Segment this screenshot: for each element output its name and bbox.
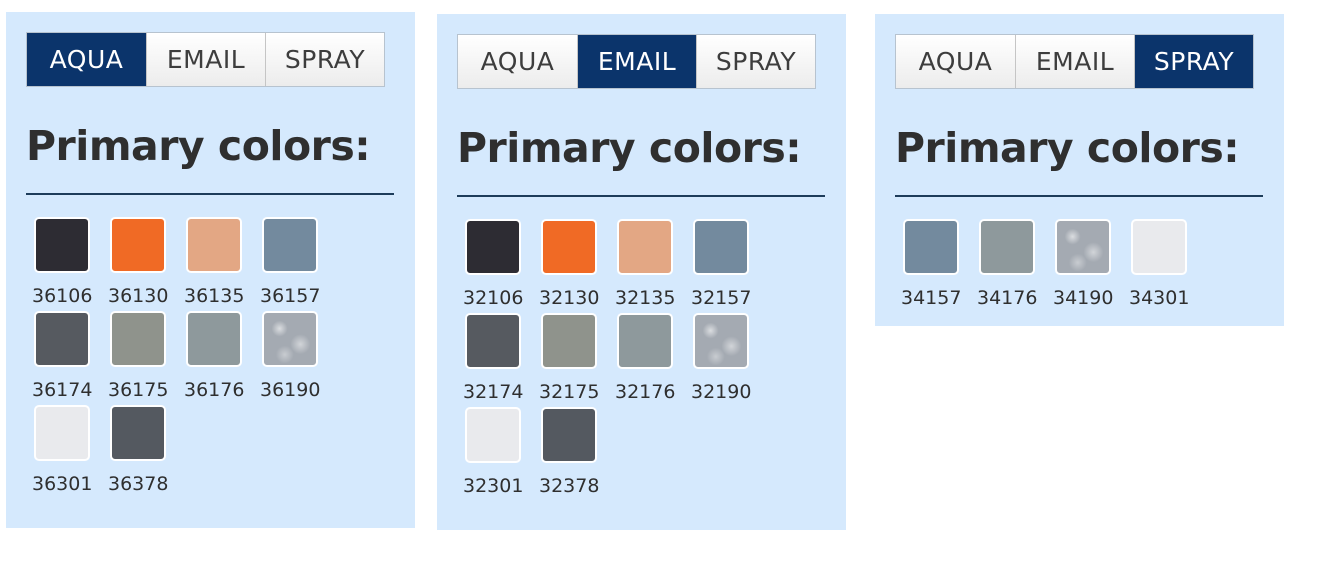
swatch-item: 32157 — [691, 219, 767, 309]
swatch-item: 32175 — [539, 313, 615, 403]
color-code: 36174 — [32, 379, 93, 401]
tab-email[interactable]: EMAIL — [1015, 35, 1134, 88]
color-swatch[interactable] — [693, 219, 749, 275]
color-code: 32106 — [463, 287, 524, 309]
color-code: 32301 — [463, 475, 524, 497]
tab-email[interactable]: EMAIL — [146, 33, 265, 86]
color-swatch[interactable] — [34, 311, 90, 367]
color-code: 34301 — [1129, 287, 1190, 309]
tab-spray[interactable]: SPRAY — [265, 33, 384, 86]
color-code: 36135 — [184, 285, 245, 307]
swatch-grid: 34157 34176 34190 34301 — [901, 219, 1205, 309]
swatch-item: 36190 — [260, 311, 336, 401]
swatch-item: 36176 — [184, 311, 260, 401]
swatch-item: 36174 — [32, 311, 108, 401]
color-code: 36175 — [108, 379, 169, 401]
swatch-item: 36130 — [108, 217, 184, 307]
section-heading: Primary colors: — [457, 124, 802, 172]
tab-email[interactable]: EMAIL — [577, 35, 696, 88]
color-code: 32175 — [539, 381, 600, 403]
swatch-grid: 32106 32130 32135 32157 32174 32175 32176 32190… — [463, 219, 767, 497]
section-heading: Primary colors: — [26, 122, 371, 170]
color-code: 32174 — [463, 381, 524, 403]
color-code: 32190 — [691, 381, 752, 403]
swatch-item: 32378 — [539, 407, 615, 497]
color-swatch[interactable] — [541, 407, 597, 463]
color-swatch[interactable] — [465, 407, 521, 463]
finish-tabs: AQUA EMAIL SPRAY — [26, 32, 385, 87]
color-panel-spray: AQUA EMAIL SPRAY Primary colors: 34157 34… — [875, 14, 1284, 326]
swatch-item: 32106 — [463, 219, 539, 309]
swatch-grid: 36106 36130 36135 36157 36174 36175 36176 36190… — [32, 217, 336, 495]
color-swatch[interactable] — [979, 219, 1035, 275]
swatch-item: 34176 — [977, 219, 1053, 309]
swatch-item: 32301 — [463, 407, 539, 497]
color-swatch[interactable] — [541, 313, 597, 369]
color-code: 36106 — [32, 285, 93, 307]
color-swatch[interactable] — [110, 217, 166, 273]
color-swatch[interactable] — [693, 313, 749, 369]
tab-aqua[interactable]: AQUA — [27, 33, 146, 86]
tab-aqua[interactable]: AQUA — [896, 35, 1015, 88]
swatch-item: 36175 — [108, 311, 184, 401]
swatch-item: 36106 — [32, 217, 108, 307]
color-swatch[interactable] — [1131, 219, 1187, 275]
color-swatch[interactable] — [186, 217, 242, 273]
color-code: 36176 — [184, 379, 245, 401]
color-swatch[interactable] — [110, 405, 166, 461]
color-swatch[interactable] — [34, 217, 90, 273]
swatch-item: 32174 — [463, 313, 539, 403]
color-swatch[interactable] — [617, 313, 673, 369]
color-code: 36301 — [32, 473, 93, 495]
swatch-item: 36378 — [108, 405, 184, 495]
tab-spray[interactable]: SPRAY — [1134, 35, 1253, 88]
color-code: 32130 — [539, 287, 600, 309]
color-panel-aqua: AQUA EMAIL SPRAY Primary colors: 36106 36… — [6, 12, 415, 528]
color-code: 32135 — [615, 287, 676, 309]
heading-divider — [26, 193, 394, 195]
color-code: 32176 — [615, 381, 676, 403]
finish-tabs: AQUA EMAIL SPRAY — [895, 34, 1254, 89]
swatch-item: 36301 — [32, 405, 108, 495]
heading-divider — [457, 195, 825, 197]
swatch-item: 34301 — [1129, 219, 1205, 309]
color-swatch[interactable] — [465, 313, 521, 369]
color-swatch[interactable] — [1055, 219, 1111, 275]
color-swatch[interactable] — [34, 405, 90, 461]
tab-spray[interactable]: SPRAY — [696, 35, 815, 88]
color-panel-email: AQUA EMAIL SPRAY Primary colors: 32106 32… — [437, 14, 846, 530]
color-code: 32157 — [691, 287, 752, 309]
color-code: 34176 — [977, 287, 1038, 309]
heading-divider — [895, 195, 1263, 197]
swatch-item: 36157 — [260, 217, 336, 307]
color-swatch[interactable] — [541, 219, 597, 275]
swatch-item: 34157 — [901, 219, 977, 309]
color-code: 32378 — [539, 475, 600, 497]
swatch-item: 32130 — [539, 219, 615, 309]
finish-tabs: AQUA EMAIL SPRAY — [457, 34, 816, 89]
color-swatch[interactable] — [617, 219, 673, 275]
color-swatch[interactable] — [262, 311, 318, 367]
color-swatch[interactable] — [110, 311, 166, 367]
swatch-item: 32135 — [615, 219, 691, 309]
color-code: 36378 — [108, 473, 169, 495]
color-code: 36130 — [108, 285, 169, 307]
color-swatch[interactable] — [262, 217, 318, 273]
color-code: 34190 — [1053, 287, 1114, 309]
color-code: 36157 — [260, 285, 321, 307]
section-heading: Primary colors: — [895, 124, 1240, 172]
color-code: 34157 — [901, 287, 962, 309]
swatch-item: 32190 — [691, 313, 767, 403]
swatch-item: 32176 — [615, 313, 691, 403]
color-swatch[interactable] — [903, 219, 959, 275]
color-swatch[interactable] — [465, 219, 521, 275]
swatch-item: 34190 — [1053, 219, 1129, 309]
color-swatch[interactable] — [186, 311, 242, 367]
color-code: 36190 — [260, 379, 321, 401]
swatch-item: 36135 — [184, 217, 260, 307]
tab-aqua[interactable]: AQUA — [458, 35, 577, 88]
